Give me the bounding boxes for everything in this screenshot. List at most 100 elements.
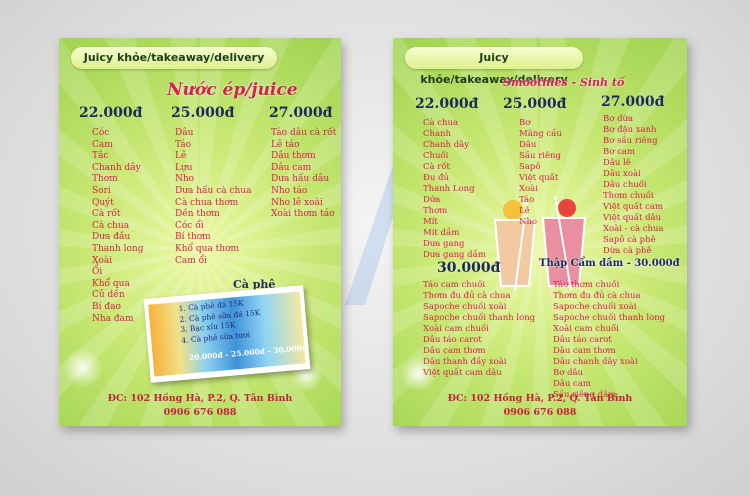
list-item: Dền thơm: [175, 209, 220, 220]
list-item: Cà rốt: [423, 162, 450, 172]
list-item: Dâu: [519, 140, 537, 150]
price-heading: 25.000đ: [171, 105, 235, 121]
list-item: Thơm chuối: [603, 191, 654, 201]
list-item: Bơ dâu: [553, 368, 584, 378]
price-heading: 22.000đ: [79, 105, 143, 121]
header-pill: Juicy khỏe/takeaway/delivery: [71, 47, 277, 69]
list-item: Bơ: [519, 118, 531, 128]
list-item: Đu đủ: [423, 173, 449, 183]
list-item: Lựu: [175, 162, 193, 173]
list-item: Cà chua thơm: [175, 197, 239, 208]
list-item: Dưa gang: [423, 239, 465, 249]
juice-menu-flyer: Juicy khỏe/takeaway/delivery Nước ép/jui…: [59, 38, 341, 426]
address: ĐC: 102 Hồng Hà, P.2, Q. Tân Bình: [447, 393, 633, 404]
smoothie-menu-flyer: Juicy khỏe/takeaway/delivery Smoothies -…: [393, 38, 687, 426]
list-item: Dâu cam: [271, 162, 312, 173]
list-item: Dưa hấu cà chua: [175, 185, 252, 196]
list-item: Lê: [175, 151, 187, 162]
list-item: Thanh long: [92, 243, 144, 254]
list-item: Việt quất cam dâu: [423, 368, 502, 378]
menu-title: Smoothies - Sinh tố: [503, 76, 625, 89]
list-item: Việt quất: [519, 173, 559, 183]
list-item: Xoài cam chuối: [423, 324, 489, 334]
phone-number: 0906 676 088: [503, 407, 577, 418]
juice-list-22k: Cóc Cam Tắc Chanh dây Thơm Sori Quýt Cà …: [92, 128, 143, 325]
list-item: Lê: [519, 206, 530, 216]
list-item: Dâu thanh đầy xoài: [423, 357, 507, 367]
list-item: Khổ qua thơm: [175, 243, 240, 254]
sparkle-decoration: [63, 348, 103, 388]
list-item: Dâu táo carot: [423, 335, 482, 345]
list-item: Táo: [519, 195, 535, 205]
list-item: Dưa hấu dâu: [271, 174, 330, 185]
list-item: Mít dầm: [423, 228, 460, 238]
list-item: Việt quất dâu: [603, 213, 662, 223]
list-item: Mãng cầu: [519, 129, 562, 139]
list-item: Cà rốt: [92, 209, 121, 220]
list-item: Nha đam: [92, 313, 134, 324]
menu-title: Nước ép/juice: [167, 80, 298, 100]
list-item: Táo thơm chuối: [553, 280, 620, 290]
list-item: Chuối: [423, 151, 449, 161]
list-item: Cóc ổi: [175, 220, 204, 231]
list-item: Dừa cà phê: [603, 246, 652, 256]
list-item: Cam: [92, 139, 113, 150]
address: ĐC: 102 Hồng Hà, P.2, Q. Tân Bình: [107, 393, 293, 404]
list-item: Nho táo: [271, 185, 308, 196]
list-item: Quýt: [92, 197, 114, 208]
list-item: Nho: [175, 174, 195, 185]
mix-list-left: Táo cam chuối Thơm đu đủ cà chua Sapoche…: [423, 280, 535, 379]
list-item: Việt quất cam: [603, 202, 663, 212]
price-heading: 25.000đ: [503, 96, 567, 112]
list-item: Xoài: [92, 255, 113, 266]
list-item: Củ dền: [92, 290, 125, 301]
list-item: Dâu lê: [603, 158, 631, 168]
list-item: Dứa: [423, 195, 441, 205]
list-item: Nho lê xoài: [271, 197, 323, 208]
list-item: Sapô: [519, 162, 541, 172]
list-item: Bí thơm: [175, 232, 211, 243]
smoothie-list-27k: Bơ dừa Bơ đậu xanh Bơ sầu riêng Bơ cam D…: [603, 114, 664, 257]
list-item: Sầu riêng: [519, 151, 561, 161]
list-item: Xoài: [519, 184, 538, 194]
list-item: Bơ dừa: [603, 114, 634, 124]
list-item: Xoài cam chuối: [553, 324, 619, 334]
list-item: Dâu chuối: [603, 180, 647, 190]
list-item: Bơ đậu xanh: [603, 125, 657, 135]
list-item: Sapoche chuối xoài: [423, 302, 507, 312]
list-item: Dưa đầu: [92, 232, 131, 243]
list-item: Ổi: [92, 267, 103, 278]
cafe-list: 1. Cà phê đá 15K 2. Cà phê sữa đá 15K 3.…: [178, 297, 262, 346]
list-item: Sapoche chuối thanh long: [423, 313, 536, 323]
juice-list-25k: Dâu Táo Lê Lựu Nho Dưa hấu cà chua Cà ch…: [175, 128, 251, 267]
list-item: Dâu cam: [553, 379, 591, 389]
list-item: Sapoche chuối thanh long: [553, 313, 666, 323]
price-heading: 27.000đ: [269, 105, 333, 121]
list-item: Sapoche chuối xoài: [553, 302, 637, 312]
list-item: Dâu chanh dây xoài: [553, 357, 638, 367]
list-item: Nho: [519, 217, 538, 227]
list-item: Cóc: [92, 128, 110, 138]
list-item: Xoài - cà chua: [603, 224, 664, 234]
list-item: Thơm: [92, 174, 118, 185]
list-item: Táo: [175, 139, 192, 150]
price-heading: 27.000đ: [601, 94, 665, 110]
list-item: Lê táo: [271, 139, 300, 150]
smoothie-list-25k: Bơ Mãng cầu Dâu Sầu riêng Sapô Việt quất…: [519, 118, 562, 228]
list-item: Thơm đu đủ cà chua: [423, 291, 511, 301]
price-heading: 30.000đ: [437, 260, 501, 276]
list-item: Bơ cam: [603, 147, 635, 157]
mix-section-title: Thập Cẩm dầm - 30.000đ: [539, 258, 680, 269]
list-item: Khổ qua: [92, 278, 130, 289]
price-heading: 22.000đ: [415, 96, 479, 112]
list-item: Bơ sầu riêng: [603, 136, 658, 146]
list-item: Cam ổi: [175, 255, 208, 266]
cafe-photo-card: 1. Cà phê đá 15K 2. Cà phê sữa đá 15K 3.…: [143, 285, 311, 383]
list-item: Chanh: [423, 129, 451, 139]
list-item: Táo cam chuối: [423, 280, 486, 290]
smoothie-list-22k: Cà chua Chanh Chanh dây Chuối Cà rốt Đu …: [423, 118, 486, 261]
mix-list-right: Táo thơm chuối Thơm đu đủ cà chua Sapoch…: [553, 280, 665, 401]
list-item: Chanh dây: [92, 162, 141, 173]
list-item: Dâu cam thơm: [423, 346, 486, 356]
juice-list-27k: Táo dâu cà rốt Lê táo Dâu thơm Dâu cam D…: [271, 128, 336, 221]
